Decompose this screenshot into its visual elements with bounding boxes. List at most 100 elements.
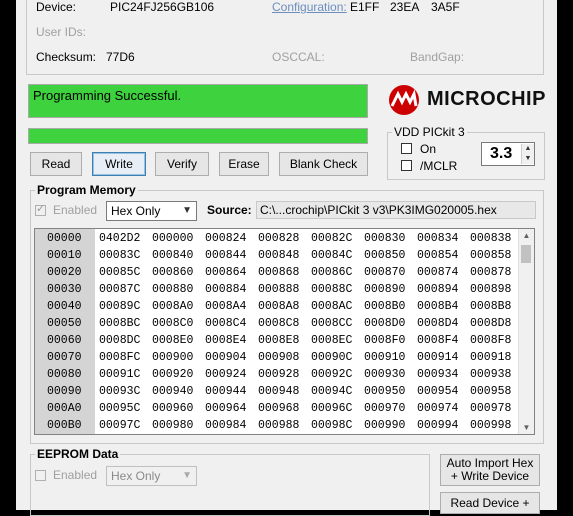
memory-cell[interactable]: 00093C [99,385,140,398]
program-memory-mode-select[interactable]: Hex Only ▼ [106,201,197,221]
memory-cell[interactable]: 000878 [470,266,511,279]
read-device-button[interactable]: Read Device + [440,492,540,514]
memory-cell[interactable]: 000830 [364,232,405,245]
memory-cell[interactable]: 0008E4 [205,334,246,347]
memory-cell[interactable]: 000934 [417,368,458,381]
memory-cell[interactable]: 000980 [152,419,193,432]
memory-cell[interactable]: 00083C [99,249,140,262]
memory-cell[interactable]: 000984 [205,419,246,432]
memory-cell[interactable]: 000910 [364,351,405,364]
memory-cell[interactable]: 0008A8 [258,300,299,313]
memory-cell[interactable]: 000838 [470,232,511,245]
memory-cell[interactable]: 000964 [205,402,246,415]
memory-cell[interactable]: 00088C [311,283,352,296]
memory-cell[interactable]: 0008B4 [417,300,458,313]
vdd-on-checkbox[interactable] [401,143,412,154]
memory-cell[interactable]: 00094C [311,385,352,398]
memory-cell[interactable]: 000828 [258,232,299,245]
configuration-link[interactable]: Configuration: [272,0,347,14]
memory-cell[interactable]: 000994 [417,419,458,432]
memory-cell[interactable]: 00086C [311,266,352,279]
memory-cell[interactable]: 0008BC [99,317,140,330]
memory-cell[interactable]: 0008C0 [152,317,193,330]
memory-cell[interactable]: 000974 [417,402,458,415]
memory-cell[interactable]: 000894 [417,283,458,296]
scroll-thumb[interactable] [521,245,531,263]
memory-cell[interactable]: 000978 [470,402,511,415]
erase-button[interactable]: Erase [219,152,269,176]
memory-cell[interactable]: 000938 [470,368,511,381]
memory-cell[interactable]: 000000 [152,232,193,245]
auto-import-write-button[interactable]: Auto Import Hex + Write Device [440,454,540,486]
memory-cell[interactable]: 00098C [311,419,352,432]
memory-cell[interactable]: 000970 [364,402,405,415]
memory-cell[interactable]: 000990 [364,419,405,432]
memory-cell[interactable]: 000850 [364,249,405,262]
memory-cell[interactable]: 0008F4 [417,334,458,347]
memory-cell[interactable]: 0402D2 [99,232,140,245]
memory-cell[interactable]: 0008CC [311,317,352,330]
stepper-down-icon[interactable]: ▼ [521,154,534,164]
memory-cell[interactable]: 000858 [470,249,511,262]
scroll-up-icon[interactable]: ▲ [519,231,534,240]
memory-cell[interactable]: 000854 [417,249,458,262]
memory-cell[interactable]: 000960 [152,402,193,415]
memory-cell[interactable]: 00097C [99,419,140,432]
memory-cell[interactable]: 000988 [258,419,299,432]
memory-cell[interactable]: 00085C [99,266,140,279]
memory-cell[interactable]: 0008D8 [470,317,511,330]
memory-cell[interactable]: 000860 [152,266,193,279]
memory-cell[interactable]: 0008B0 [364,300,405,313]
write-button[interactable]: Write [92,152,146,176]
memory-cell[interactable]: 000924 [205,368,246,381]
memory-cell[interactable]: 000930 [364,368,405,381]
memory-cell[interactable]: 0008A0 [152,300,193,313]
memory-cell[interactable]: 00095C [99,402,140,415]
memory-cell[interactable]: 0008D0 [364,317,405,330]
memory-cell[interactable]: 0008AC [311,300,352,313]
memory-cell[interactable]: 000884 [205,283,246,296]
memory-cell[interactable]: 000940 [152,385,193,398]
stepper-up-icon[interactable]: ▲ [521,144,534,154]
memory-cell[interactable]: 000874 [417,266,458,279]
scroll-down-icon[interactable]: ▼ [519,423,534,432]
memory-cell[interactable]: 000944 [205,385,246,398]
vdd-voltage-stepper[interactable]: 3.3 ▲ ▼ [481,142,535,166]
blank-check-button[interactable]: Blank Check [279,152,368,176]
memory-cell[interactable]: 000844 [205,249,246,262]
memory-cell[interactable]: 0008C8 [258,317,299,330]
memory-cell[interactable]: 00082C [311,232,352,245]
memory-cell[interactable]: 000998 [470,419,511,432]
program-memory-grid[interactable]: 00000 0402D2 000000 000824 000828 00082C 00083… [34,228,535,435]
memory-cell[interactable]: 000848 [258,249,299,262]
memory-cell[interactable]: 0008EC [311,334,352,347]
memory-cell[interactable]: 000864 [205,266,246,279]
read-button[interactable]: Read [30,152,82,176]
program-memory-enabled-checkbox[interactable] [35,202,46,216]
memory-cell[interactable]: 00091C [99,368,140,381]
memory-cell[interactable]: 0008DC [99,334,140,347]
memory-cell[interactable]: 000870 [364,266,405,279]
memory-cell[interactable]: 0008F8 [470,334,511,347]
memory-cell[interactable]: 000880 [152,283,193,296]
memory-cell[interactable]: 00084C [311,249,352,262]
memory-cell[interactable]: 000890 [364,283,405,296]
memory-cell[interactable]: 00092C [311,368,352,381]
memory-cell[interactable]: 0008C4 [205,317,246,330]
memory-cell[interactable]: 000968 [258,402,299,415]
memory-cell[interactable]: 000900 [152,351,193,364]
memory-cell[interactable]: 000914 [417,351,458,364]
memory-cell[interactable]: 0008B8 [470,300,511,313]
eeprom-enabled-checkbox[interactable] [35,470,46,481]
memory-cell[interactable]: 0008E0 [152,334,193,347]
memory-cell[interactable]: 0008D4 [417,317,458,330]
memory-cell[interactable]: 000908 [258,351,299,364]
memory-cell[interactable]: 000920 [152,368,193,381]
memory-cell[interactable]: 000904 [205,351,246,364]
memory-cell[interactable]: 00090C [311,351,352,364]
memory-cell[interactable]: 000950 [364,385,405,398]
verify-button[interactable]: Verify [155,152,209,176]
memory-cell[interactable]: 0008F0 [364,334,405,347]
memory-cell[interactable]: 000888 [258,283,299,296]
memory-cell[interactable]: 000958 [470,385,511,398]
